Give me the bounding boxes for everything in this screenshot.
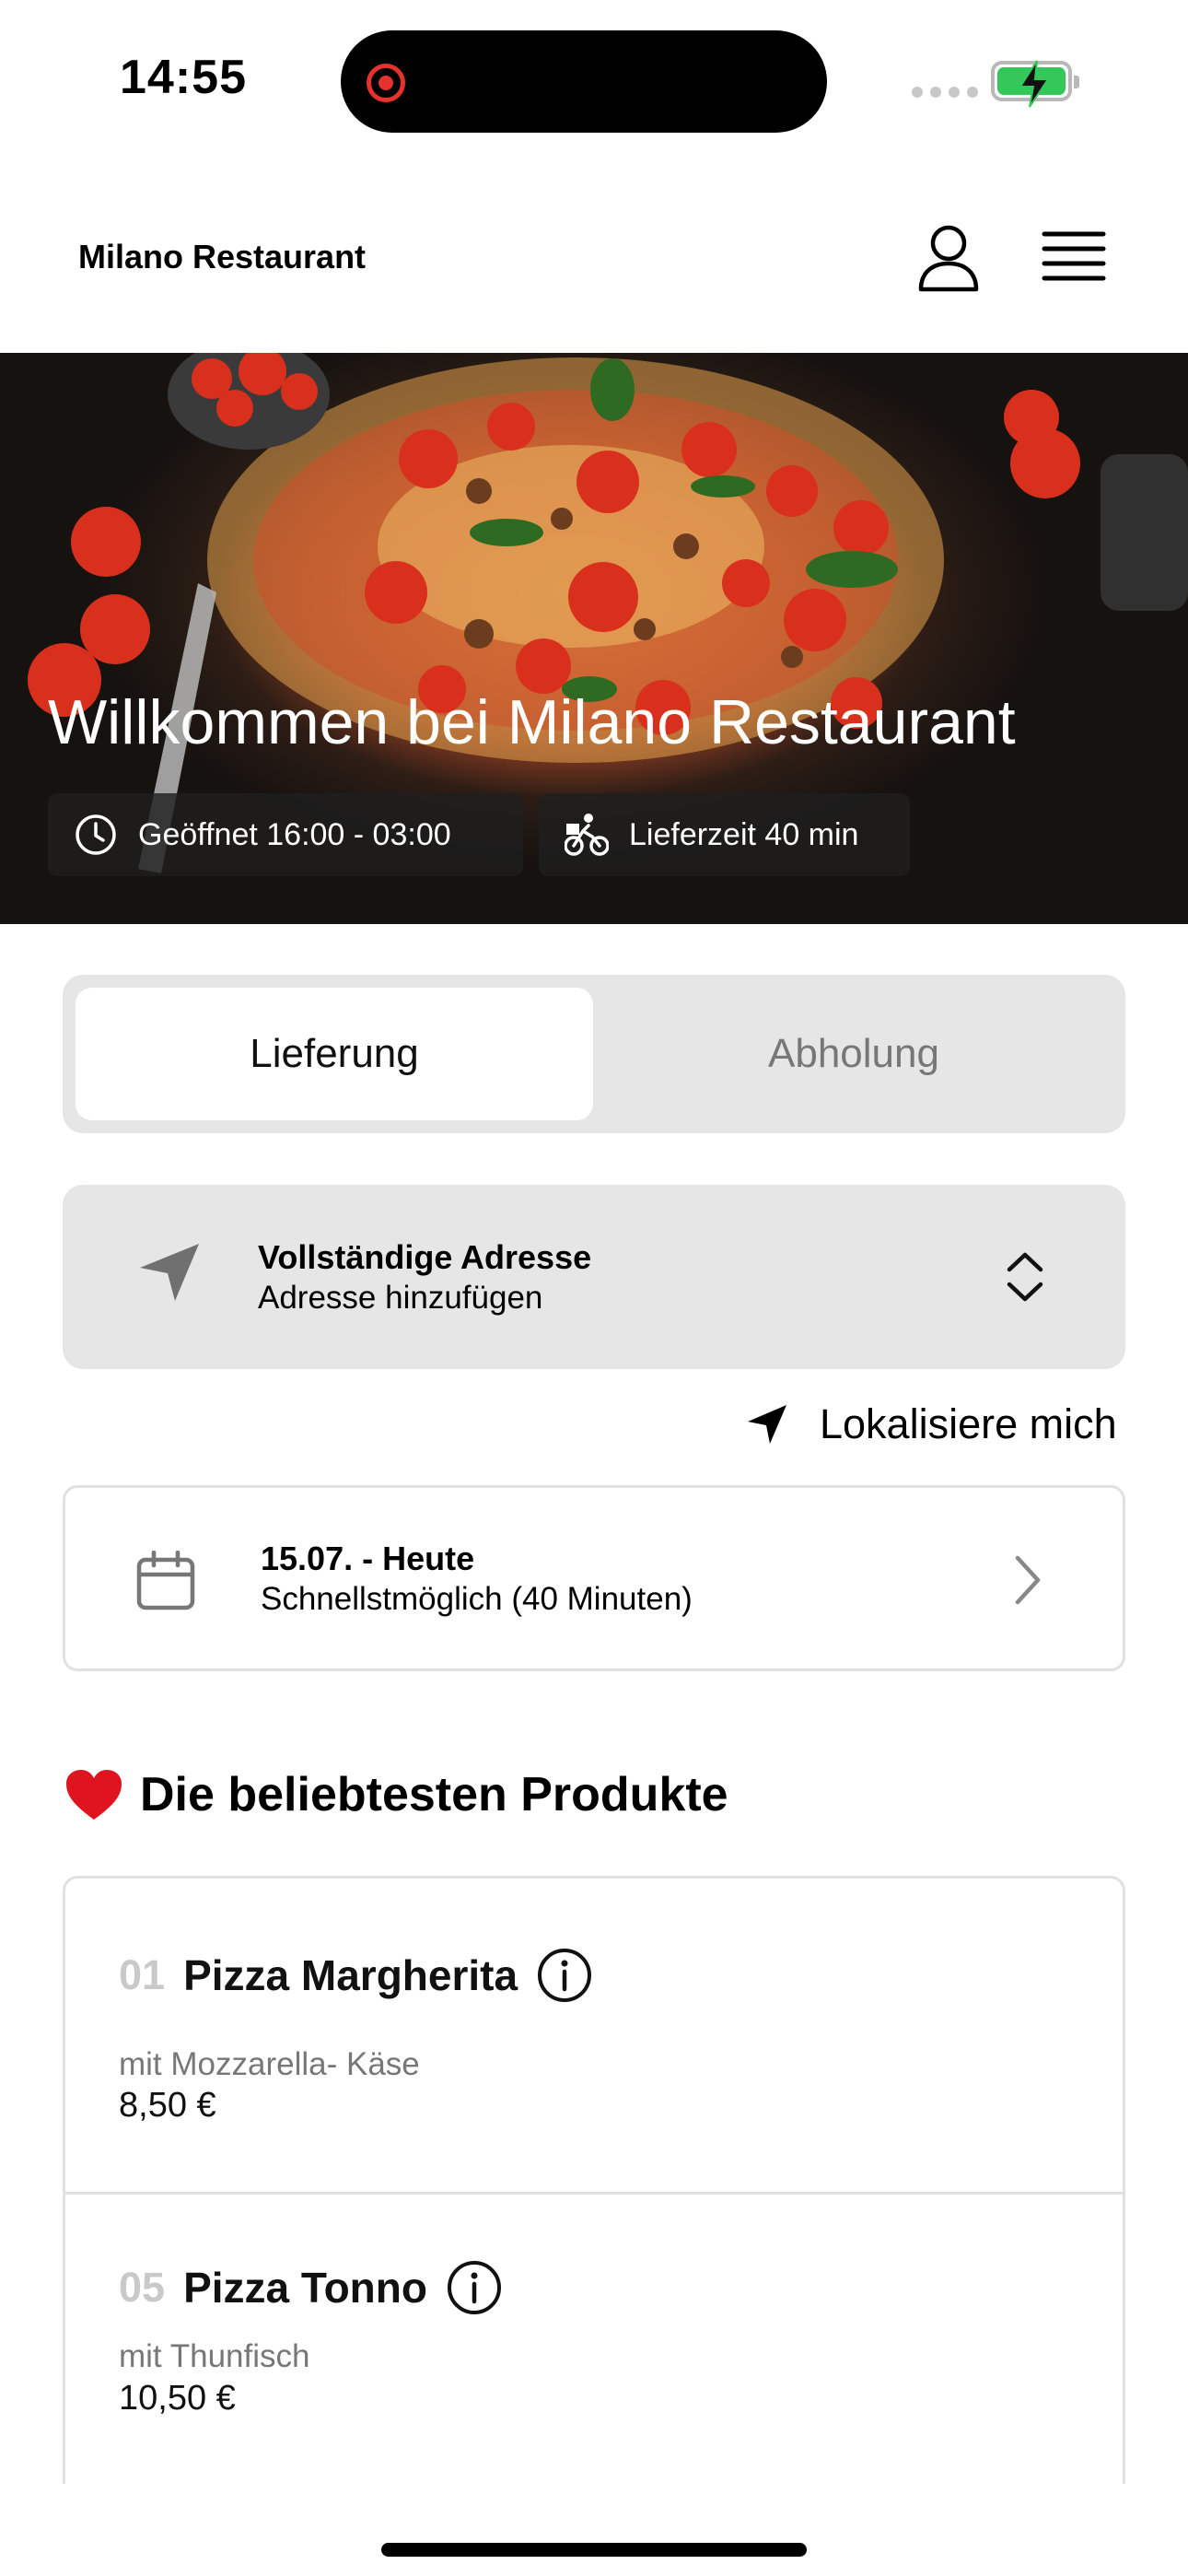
chevron-up-down-icon	[1007, 1252, 1043, 1302]
tab-delivery[interactable]: Lieferung	[76, 988, 593, 1120]
opening-hours-text: Geöffnet 16:00 - 03:00	[138, 816, 451, 852]
chevron-right-icon	[1015, 1555, 1041, 1605]
address-selector[interactable]: Vollständige Adresse Adresse hinzufügen	[63, 1185, 1125, 1369]
cellular-signal-icon	[912, 87, 978, 98]
delivery-time-badge: Lieferzeit 40 min	[539, 793, 910, 876]
tab-pickup[interactable]: Abholung	[595, 988, 1112, 1120]
address-placeholder: Adresse hinzufügen	[258, 1280, 543, 1316]
heart-icon	[66, 1770, 122, 1820]
location-arrow-icon	[748, 1405, 786, 1444]
delivery-time-selector[interactable]: 15.07. - Heute Schnellstmöglich (40 Minu…	[63, 1485, 1125, 1671]
location-arrow-icon	[140, 1244, 199, 1301]
product-number: 01	[119, 1951, 166, 1998]
clock-icon	[76, 814, 116, 855]
product-price: 10,50 €	[119, 2379, 236, 2418]
menu-button[interactable]	[1041, 228, 1107, 286]
selected-time: Schnellstmöglich (40 Minuten)	[261, 1581, 693, 1617]
product-name: Pizza Tonno	[183, 2264, 427, 2312]
product-description: mit Thunfisch	[119, 2338, 310, 2374]
info-icon[interactable]	[536, 1947, 593, 2004]
calendar-icon	[136, 1551, 195, 1610]
locate-me-button[interactable]: Lokalisiere mich	[746, 1400, 1117, 1448]
product-list: 01 Pizza Margherita mit Mozzarella- Käse…	[63, 1876, 1125, 2484]
product-number: 05	[119, 2264, 166, 2311]
address-title: Vollständige Adresse	[258, 1238, 592, 1276]
popular-products-heading: Die beliebtesten Produkte	[64, 1767, 728, 1822]
battery-charging-icon	[991, 60, 1079, 108]
product-item[interactable]: 05 Pizza Tonno mit Thunfisch 10,50 €	[65, 2192, 1123, 2484]
product-price: 8,50 €	[119, 2086, 216, 2125]
welcome-headline: Willkommen bei Milano Restaurant	[48, 687, 1016, 757]
bicycle-courier-icon	[565, 814, 609, 856]
home-indicator[interactable]	[381, 2543, 807, 2557]
dynamic-island	[341, 30, 827, 133]
info-icon[interactable]	[446, 2259, 503, 2316]
delivery-time-text: Lieferzeit 40 min	[629, 816, 859, 852]
hamburger-menu-icon	[1042, 231, 1106, 281]
locate-me-label: Lokalisiere mich	[820, 1400, 1117, 1447]
restaurant-name[interactable]: Milano Restaurant	[78, 238, 366, 276]
product-item[interactable]: 01 Pizza Margherita mit Mozzarella- Käse…	[65, 1879, 1123, 2192]
hero-banner: Willkommen bei Milano Restaurant Geöffne…	[0, 353, 1188, 924]
opening-hours-badge: Geöffnet 16:00 - 03:00	[48, 793, 523, 876]
order-mode-toggle: Lieferung Abholung	[63, 975, 1125, 1133]
status-time: 14:55	[120, 51, 247, 104]
product-name: Pizza Margherita	[183, 1951, 518, 1999]
selected-date: 15.07. - Heute	[261, 1540, 475, 1577]
recording-indicator-icon	[367, 64, 405, 102]
popular-products-title: Die beliebtesten Produkte	[140, 1768, 728, 1821]
product-description: mit Mozzarella- Käse	[119, 2046, 420, 2082]
account-button[interactable]	[915, 221, 982, 295]
user-icon	[918, 225, 979, 292]
